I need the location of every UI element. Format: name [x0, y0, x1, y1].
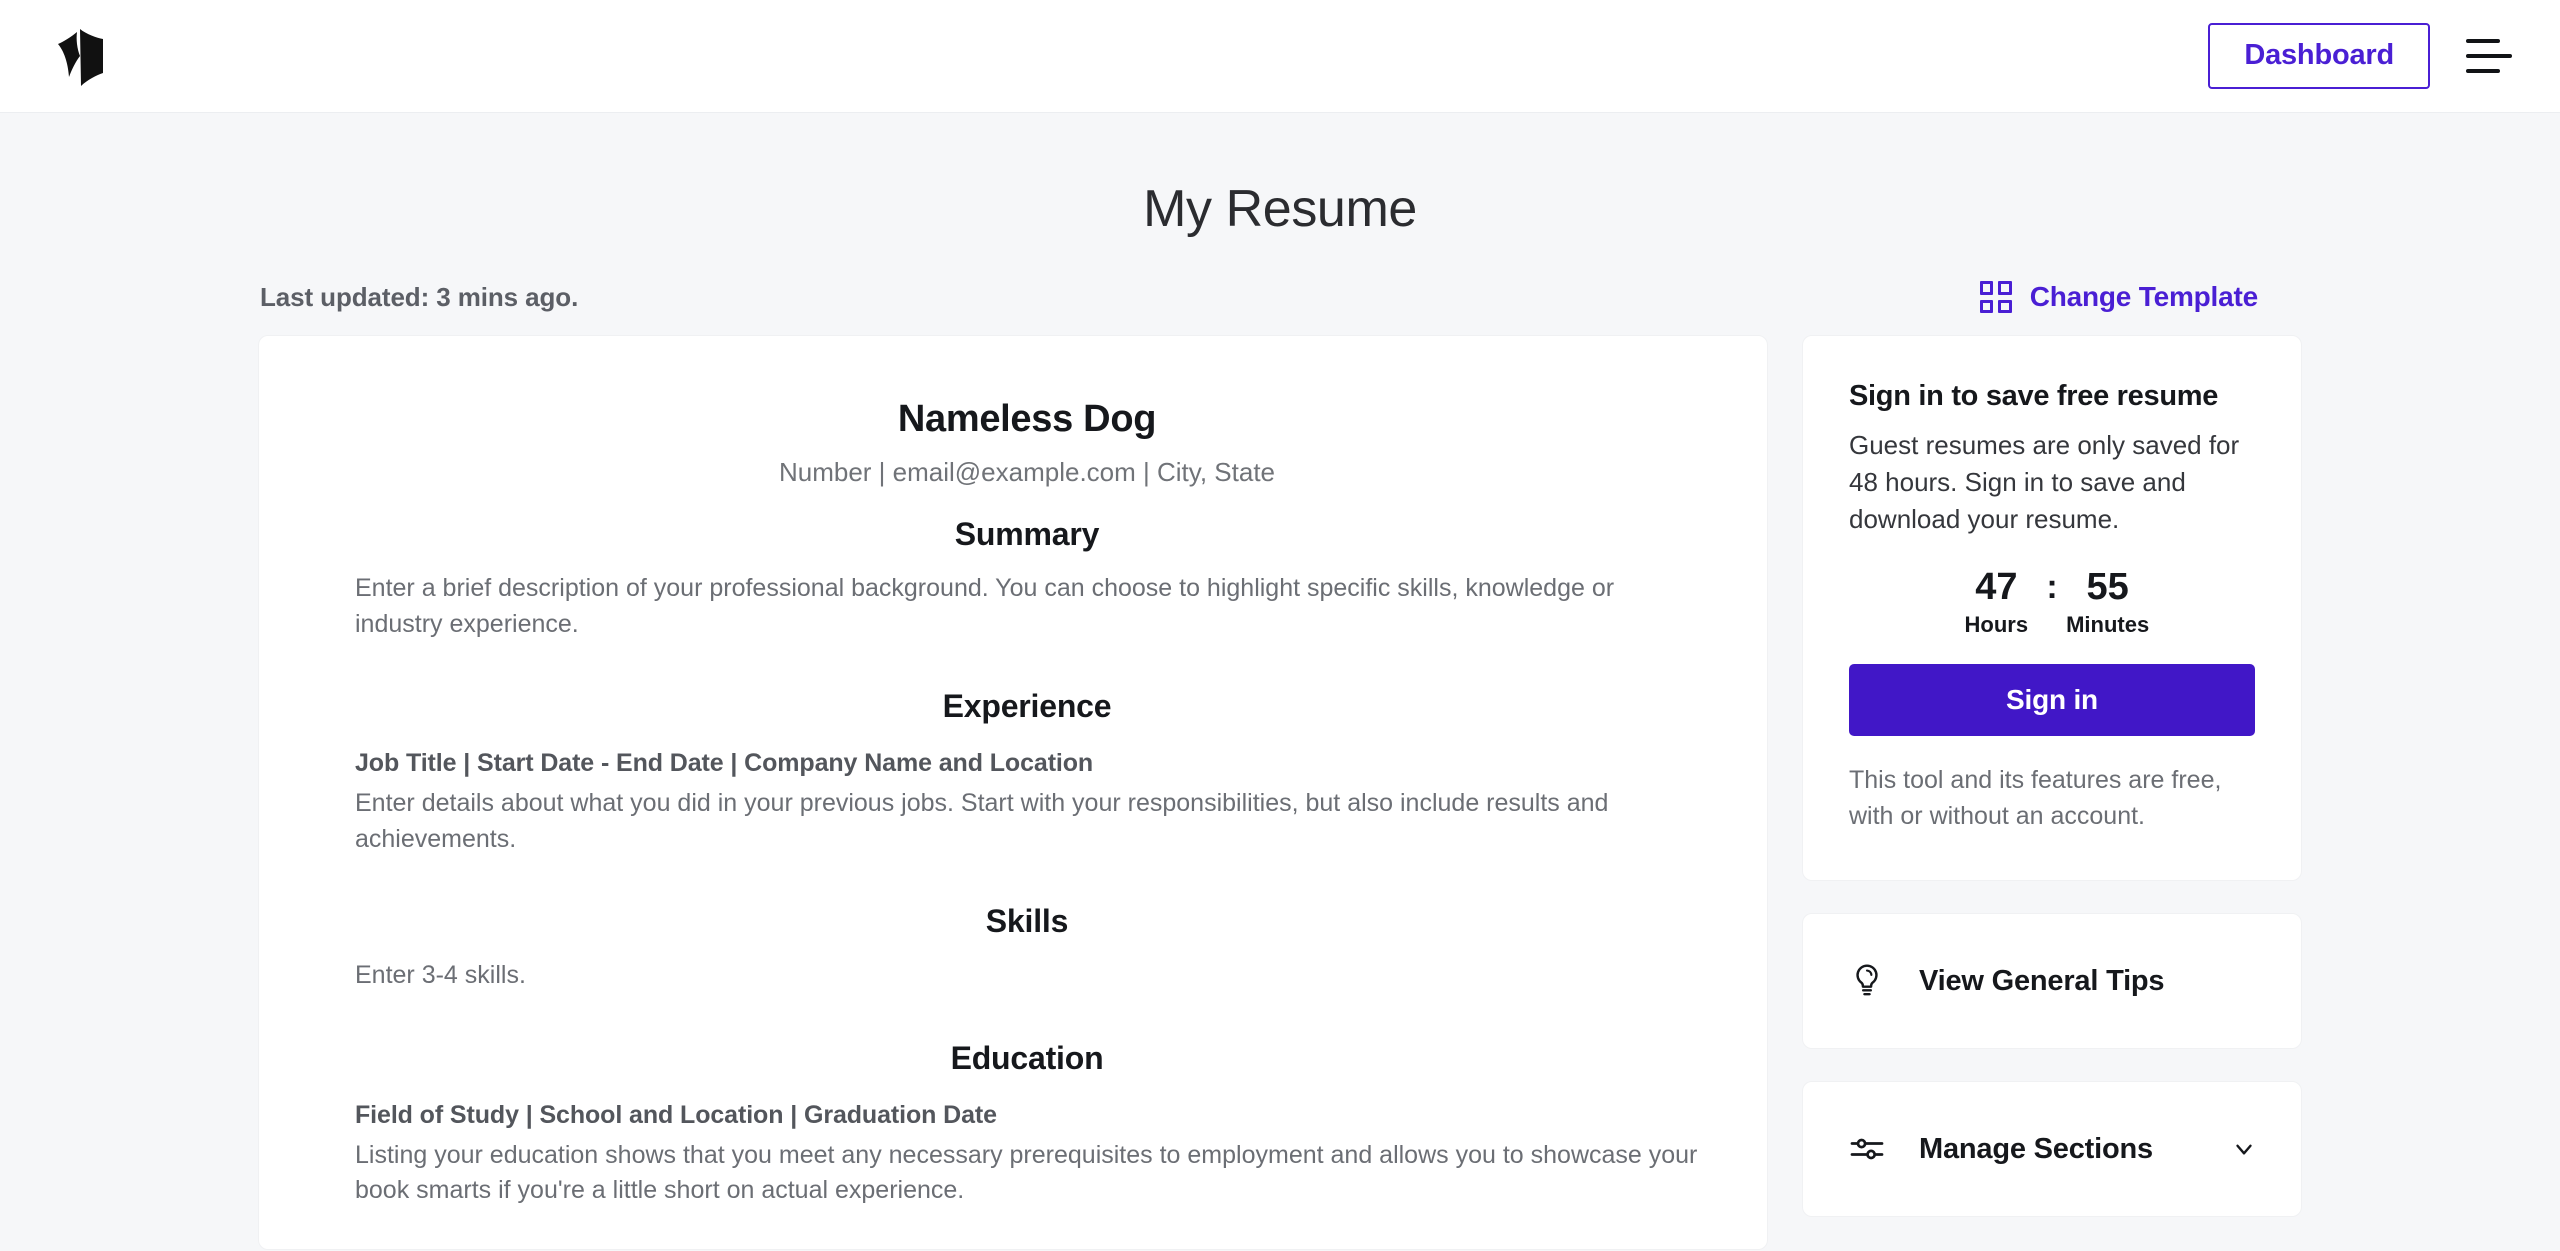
resume-contact-line[interactable]: Number | email@example.com | City, State [355, 457, 1699, 488]
resume-section-body-summary[interactable]: Enter a brief description of your profes… [355, 571, 1699, 642]
dashboard-button[interactable]: Dashboard [2208, 23, 2430, 89]
last-updated-text: Last updated: 3 mins ago. [260, 281, 579, 312]
page-title: My Resume [1143, 180, 1417, 238]
signin-save-card: Sign in to save free resume Guest resume… [1802, 335, 2302, 882]
grid-template-icon [1979, 281, 2012, 313]
sign-in-button[interactable]: Sign in [1849, 664, 2255, 737]
resume-section-title-education: Education [950, 1039, 1104, 1076]
hamburger-line-top [2466, 39, 2500, 43]
countdown-hours: 47 Hours [1950, 565, 2042, 639]
grid-cell-4 [1998, 299, 2012, 313]
resume-section-body-experience[interactable]: Enter details about what you did in your… [355, 786, 1699, 857]
grid-cell-3 [1979, 299, 1994, 313]
resume-section-title-experience: Experience [942, 688, 1112, 724]
sidebar: Sign in to save free resume Guest resume… [1802, 335, 2302, 1218]
manage-sections-label: Manage Sections [1919, 1132, 2153, 1165]
countdown-minutes-label: Minutes [2066, 612, 2150, 638]
resume-section-subhead-experience[interactable]: Job Title | Start Date - End Date | Comp… [355, 749, 1699, 778]
resume-section-title-summary: Summary [954, 516, 1100, 552]
resume-section-subhead-education[interactable]: Field of Study | School and Location | G… [355, 1101, 1699, 1130]
grid-cell-1 [1979, 281, 1994, 295]
countdown-hours-label: Hours [1964, 612, 2029, 638]
countdown-separator: : [2046, 567, 2058, 606]
countdown-minutes-value: 55 [2086, 565, 2129, 608]
app-header: Dashboard [0, 0, 2560, 113]
signin-card-description: Guest resumes are only saved for 48 hour… [1849, 430, 2240, 535]
resume-section-title-skills: Skills [985, 903, 1069, 939]
resume-section-body-education[interactable]: Listing your education shows that you me… [355, 1138, 1699, 1209]
hamburger-menu-icon[interactable] [2466, 39, 2512, 73]
view-general-tips-card[interactable]: View General Tips [1802, 913, 2302, 1050]
hamburger-line-bottom [2466, 69, 2500, 73]
resume-full-name[interactable]: Nameless Dog [355, 398, 1699, 441]
countdown-timer: 47 Hours : 55 Minutes [1849, 565, 2255, 639]
manage-sections-card[interactable]: Manage Sections [1802, 1081, 2302, 1218]
header-actions: Dashboard [2208, 23, 2512, 89]
change-template-label: Change Template [2029, 281, 2259, 312]
signin-card-title: Sign in to save free resume [1849, 380, 2219, 412]
grid-cell-2 [1998, 281, 2012, 295]
resume-preview-card[interactable]: Nameless Dog Number | email@example.com … [258, 335, 1768, 1250]
hamburger-line-middle [2466, 54, 2512, 58]
page-body: My Resume Last updated: 3 mins ago. Chan… [0, 113, 2560, 1250]
book-logo-icon [58, 29, 103, 86]
sliders-icon [1847, 1129, 1887, 1169]
countdown-minutes: 55 Minutes [2062, 565, 2154, 639]
content-container: Last updated: 3 mins ago. Change Templat… [258, 281, 2302, 1250]
lightbulb-icon [1847, 961, 1887, 1001]
main-layout: Nameless Dog Number | email@example.com … [258, 335, 2302, 1250]
chevron-down-icon[interactable] [2231, 1136, 2257, 1162]
countdown-hours-value: 47 [1975, 565, 2018, 608]
view-general-tips-label: View General Tips [1919, 964, 2165, 997]
change-template-button[interactable]: Change Template [1979, 281, 2300, 313]
resume-section-body-skills[interactable]: Enter 3-4 skills. [355, 958, 1699, 994]
logo[interactable] [40, 18, 116, 94]
meta-row: Last updated: 3 mins ago. Change Templat… [258, 281, 2302, 313]
signin-card-note: This tool and its features are free, wit… [1849, 766, 2222, 831]
